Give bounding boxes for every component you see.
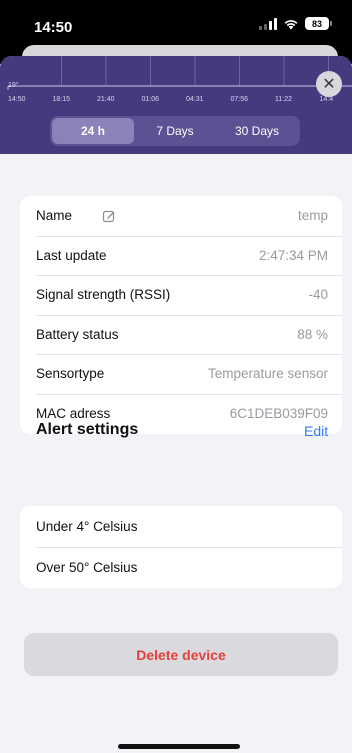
x-tick-label: 18:15 — [53, 96, 71, 103]
info-value: Temperature sensor — [207, 366, 328, 382]
info-row-battery-status: Battery status 88 % — [20, 314, 342, 355]
x-tick-label: 07:56 — [231, 96, 249, 103]
alert-item[interactable]: Under 4° Celsius — [20, 506, 342, 547]
info-label: Last update — [36, 247, 107, 263]
device-info-card: Name temp Last update 2:47:34 PM Signal … — [20, 196, 342, 434]
info-row-signal-strength: Signal strength (RSSI) -40 — [20, 275, 342, 315]
x-tick-label: 11:22 — [275, 96, 292, 103]
x-tick-label: 14:4 — [320, 96, 334, 103]
alert-edit-button[interactable]: Edit — [304, 423, 328, 439]
delete-device-button[interactable]: Delete device — [24, 633, 338, 676]
temperature-chart: 19° 14:50 18:15 21:40 01:06 04:31 07:56 11:22 1… — [7, 56, 352, 103]
status-icons: 83 — [259, 17, 332, 30]
alert-settings-title: Alert settings — [36, 421, 139, 438]
y-tick-label: 19° — [8, 81, 19, 89]
range-option-7days[interactable]: 7 Days — [134, 118, 216, 144]
battery-icon: 83 — [305, 17, 332, 30]
x-tick-label: 14:50 — [8, 96, 26, 103]
alert-item-label: Over 50° Celsius — [36, 560, 138, 575]
info-label: MAC adress — [36, 405, 111, 421]
pencil-icon[interactable] — [102, 209, 116, 223]
alert-item[interactable]: Over 50° Celsius — [20, 547, 342, 588]
signal-icon — [259, 17, 277, 30]
battery-level: 83 — [305, 17, 329, 30]
info-label: Signal strength (RSSI) — [36, 287, 171, 303]
home-indicator — [118, 744, 240, 749]
range-selector: 24 h 7 Days 30 Days — [50, 116, 300, 146]
info-value: 88 % — [297, 326, 328, 342]
info-row-last-update: Last update 2:47:34 PM — [20, 235, 342, 276]
x-tick-label: 21:40 — [97, 96, 115, 103]
info-row-sensortype: Sensortype Temperature sensor — [20, 354, 342, 394]
x-tick-label: 01:06 — [142, 96, 160, 103]
close-button[interactable]: ✕ — [316, 71, 342, 97]
info-value: 2:47:34 PM — [258, 247, 328, 263]
info-label: Sensortype — [36, 366, 105, 382]
chart-header: 19° 14:50 18:15 21:40 01:06 04:31 07:56 11:22 1… — [0, 56, 352, 154]
info-label: Battery status — [36, 326, 119, 342]
wifi-icon — [284, 20, 298, 30]
range-option-24h[interactable]: 24 h — [52, 118, 134, 144]
status-bar: 14:50 83 — [0, 0, 352, 44]
close-icon: ✕ — [322, 76, 336, 93]
range-option-30days[interactable]: 30 Days — [216, 118, 298, 144]
info-value: temp — [297, 208, 328, 224]
info-label: Name — [36, 208, 73, 224]
x-tick-label: 04:31 — [186, 96, 204, 103]
alert-item-label: Under 4° Celsius — [36, 519, 138, 534]
alert-settings-card: Under 4° Celsius Over 50° Celsius — [20, 506, 342, 588]
info-row-name[interactable]: Name temp — [20, 196, 342, 236]
info-value: 6C1DEB039F09 — [229, 405, 328, 421]
status-time: 14:50 — [34, 19, 73, 36]
info-value: -40 — [308, 287, 328, 303]
